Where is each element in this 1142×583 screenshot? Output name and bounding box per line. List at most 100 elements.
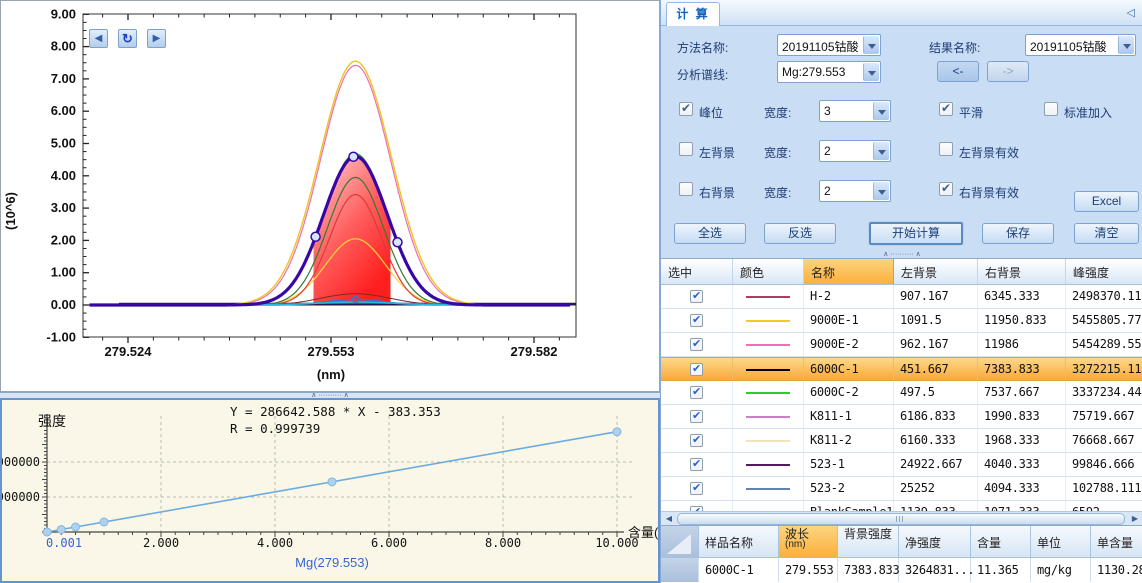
cell-right-bg: 6345.333 [978, 285, 1066, 308]
start-calculation-button[interactable]: 开始计算 [868, 221, 964, 246]
peak-width-select[interactable]: 3 [819, 100, 891, 122]
row-checkbox[interactable] [690, 458, 703, 471]
table-row[interactable]: BlankSample1 1139.833 1071.333 6592 [661, 501, 1142, 511]
right-bg-width-select[interactable]: 2 [819, 180, 891, 202]
scrollbar-thumb[interactable] [677, 513, 1125, 525]
chevron-down-icon[interactable] [863, 36, 879, 54]
svg-text:R = 0.999739: R = 0.999739 [230, 421, 320, 436]
series-color-line [746, 440, 790, 442]
left-bg-width-select[interactable]: 2 [819, 140, 891, 162]
cell-left-bg: 25252 [894, 477, 978, 500]
save-button[interactable]: 保存 [982, 223, 1054, 244]
svg-text:9.00: 9.00 [51, 6, 76, 21]
result-name-label: 结果名称: [929, 39, 980, 56]
invert-selection-button[interactable]: 反选 [764, 223, 836, 244]
table-row[interactable]: 6000C-2 497.5 7537.667 3337234.444 [661, 381, 1142, 405]
right-background-checkbox[interactable] [679, 182, 693, 196]
refresh-icon[interactable]: ↻ [118, 29, 137, 48]
cell-right-bg: 7537.667 [978, 381, 1066, 404]
result-name-select[interactable]: 20191105钴酸 [1025, 34, 1136, 56]
next-spectrum-button[interactable]: ▶ [147, 29, 166, 48]
column-header-unit-content[interactable]: 单含量 [1091, 526, 1142, 557]
spectrum-plot[interactable]: 9.008.007.006.005.004.003.002.001.000.00… [1, 1, 659, 391]
column-header-net-intensity[interactable]: 净强度 [899, 526, 971, 557]
peak-position-checkbox[interactable] [679, 102, 693, 116]
column-header-sample[interactable]: 样品名称 [699, 526, 779, 557]
svg-text:8.000: 8.000 [485, 536, 521, 550]
smooth-checkbox[interactable] [939, 102, 953, 116]
column-header-name[interactable]: 名称 [804, 259, 894, 284]
result-row[interactable]: 6000C-1 279.553 7383.833 3264831... 11.3… [661, 558, 1142, 582]
horizontal-scrollbar[interactable]: ◀ ▶ [661, 511, 1142, 525]
next-result-button[interactable]: -> [987, 61, 1029, 82]
table-row[interactable]: 523-2 25252 4094.333 102788.111 [661, 477, 1142, 501]
svg-text:4.00: 4.00 [51, 168, 76, 183]
series-color-line [746, 392, 790, 394]
chevron-down-icon[interactable] [863, 63, 879, 81]
excel-button[interactable]: Excel [1074, 191, 1139, 212]
select-all-button[interactable]: 全选 [674, 223, 746, 244]
column-header-peak[interactable]: 峰强度 [1066, 259, 1142, 284]
chevron-down-icon[interactable] [873, 182, 889, 200]
row-selector[interactable] [661, 558, 699, 582]
table-row[interactable]: 9000E-2 962.167 11986 5454289.556 [661, 333, 1142, 357]
column-header-wavelength[interactable]: 波长 (nm) [779, 526, 838, 557]
tab-calculate[interactable]: 计 算 [666, 2, 720, 26]
column-header-bg-intensity[interactable]: 背景强度 [838, 526, 899, 557]
row-checkbox[interactable] [690, 290, 703, 303]
column-header-left-bg[interactable]: 左背景 [894, 259, 978, 284]
prev-result-button[interactable]: <- [937, 61, 979, 82]
select-all-corner[interactable] [661, 526, 699, 557]
column-header-right-bg[interactable]: 右背景 [978, 259, 1066, 284]
column-header-content[interactable]: 含量 [971, 526, 1031, 557]
chevron-down-icon[interactable] [873, 142, 889, 160]
column-header-selected[interactable]: 选中 [661, 259, 733, 284]
tab-bar: 计 算 ◁ [661, 0, 1142, 26]
cell-peak: 6592 [1066, 501, 1142, 511]
row-checkbox[interactable] [690, 338, 703, 351]
series-table: 选中 颜色 名称 左背景 右背景 峰强度 H-2 907.167 6345.33… [661, 258, 1142, 511]
table-row[interactable]: 6000C-1 451.667 7383.833 3272215.111 [661, 357, 1142, 381]
column-header-unit[interactable]: 单位 [1031, 526, 1091, 557]
row-checkbox[interactable] [690, 363, 703, 376]
cell-name: 9000E-2 [804, 333, 894, 356]
row-checkbox[interactable] [690, 314, 703, 327]
table-row[interactable]: H-2 907.167 6345.333 2498370.111 [661, 285, 1142, 309]
cell-left-bg: 907.167 [894, 285, 978, 308]
result-name-value: 20191105钴酸 [1030, 38, 1117, 55]
cell-content: 11.365 [971, 558, 1031, 582]
analysis-line-select[interactable]: Mg:279.553 [777, 61, 881, 83]
row-checkbox[interactable] [690, 386, 703, 399]
row-checkbox[interactable] [690, 482, 703, 495]
cell-unit: mg/kg [1031, 558, 1091, 582]
method-name-select[interactable]: 20191105钴酸 [777, 34, 881, 56]
table-row[interactable]: 523-1 24922.667 4040.333 99846.666 [661, 453, 1142, 477]
right-bg-valid-checkbox[interactable] [939, 182, 953, 196]
series-color-line [746, 369, 790, 371]
calibration-plot[interactable]: 0000000000002.0004.0006.0008.00010.0000.… [2, 400, 658, 581]
clear-button[interactable]: 清空 [1074, 223, 1139, 244]
left-background-checkbox[interactable] [679, 142, 693, 156]
table-row[interactable]: K811-2 6160.333 1968.333 76668.667 [661, 429, 1142, 453]
cell-name: H-2 [804, 285, 894, 308]
cell-name: K811-2 [804, 429, 894, 452]
row-checkbox[interactable] [690, 410, 703, 423]
peak-position-label: 峰位 [699, 104, 723, 121]
analysis-line-value: Mg:279.553 [782, 65, 862, 79]
column-header-color[interactable]: 颜色 [733, 259, 804, 284]
prev-spectrum-button[interactable]: ◀ [89, 29, 108, 48]
left-bg-valid-checkbox[interactable] [939, 142, 953, 156]
collapse-panel-icon[interactable]: ◁ [1127, 6, 1135, 19]
chevron-down-icon[interactable] [1118, 36, 1134, 54]
table-row[interactable]: 9000E-1 1091.5 11950.833 5455805.778 [661, 309, 1142, 333]
row-checkbox[interactable] [690, 434, 703, 447]
table-row[interactable]: K811-1 6186.833 1990.833 75719.667 [661, 405, 1142, 429]
chevron-down-icon[interactable] [873, 102, 889, 120]
cell-left-bg: 1139.833 [894, 501, 978, 511]
scroll-right-icon[interactable]: ▶ [1128, 513, 1142, 525]
scroll-left-icon[interactable]: ◀ [662, 513, 676, 525]
series-table-header: 选中 颜色 名称 左背景 右背景 峰强度 [661, 259, 1142, 285]
cell-peak: 2498370.111 [1066, 285, 1142, 308]
cell-peak: 76668.667 [1066, 429, 1142, 452]
standard-addition-checkbox[interactable] [1044, 102, 1058, 116]
